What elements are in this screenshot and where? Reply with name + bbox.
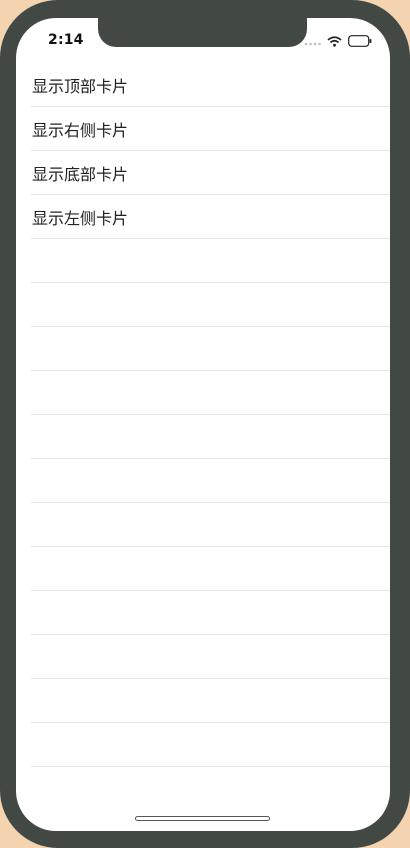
empty-list-row — [31, 723, 390, 767]
empty-list-row — [31, 547, 390, 591]
app-screen: 2:14 显示顶部卡片 显示右侧卡片 显示底部卡片 显示左侧卡片 — [16, 18, 390, 831]
battery-icon — [348, 35, 372, 47]
list-item[interactable]: 显示右侧卡片 — [31, 107, 390, 151]
empty-list-row — [31, 283, 390, 327]
empty-list-row — [31, 635, 390, 679]
empty-list-row — [31, 239, 390, 283]
signal-icon — [304, 42, 321, 46]
empty-list-row — [31, 327, 390, 371]
list-item-label: 显示顶部卡片 — [32, 76, 129, 96]
list-item[interactable]: 显示底部卡片 — [31, 151, 390, 195]
status-icons — [304, 34, 372, 48]
list-item-label: 显示右侧卡片 — [32, 120, 129, 140]
empty-list-row — [31, 415, 390, 459]
empty-list-row — [31, 371, 390, 415]
empty-list-row — [31, 503, 390, 547]
status-time: 2:14 — [48, 32, 84, 48]
list-item[interactable]: 显示顶部卡片 — [31, 63, 390, 107]
list-item-label: 显示左侧卡片 — [32, 208, 129, 228]
list-item-label: 显示底部卡片 — [32, 164, 129, 184]
empty-list-row — [31, 679, 390, 723]
device-notch — [98, 18, 307, 47]
status-bar: 2:14 — [16, 18, 390, 62]
list-item[interactable]: 显示左侧卡片 — [31, 195, 390, 239]
card-options-list: 显示顶部卡片 显示右侧卡片 显示底部卡片 显示左侧卡片 — [16, 63, 390, 767]
empty-list-row — [31, 459, 390, 503]
wifi-icon — [327, 35, 342, 47]
device-background: 2:14 显示顶部卡片 显示右侧卡片 显示底部卡片 显示左侧卡片 — [0, 0, 410, 848]
empty-list-row — [31, 591, 390, 635]
phone-frame: 2:14 显示顶部卡片 显示右侧卡片 显示底部卡片 显示左侧卡片 — [0, 0, 410, 848]
home-indicator[interactable] — [135, 816, 270, 821]
